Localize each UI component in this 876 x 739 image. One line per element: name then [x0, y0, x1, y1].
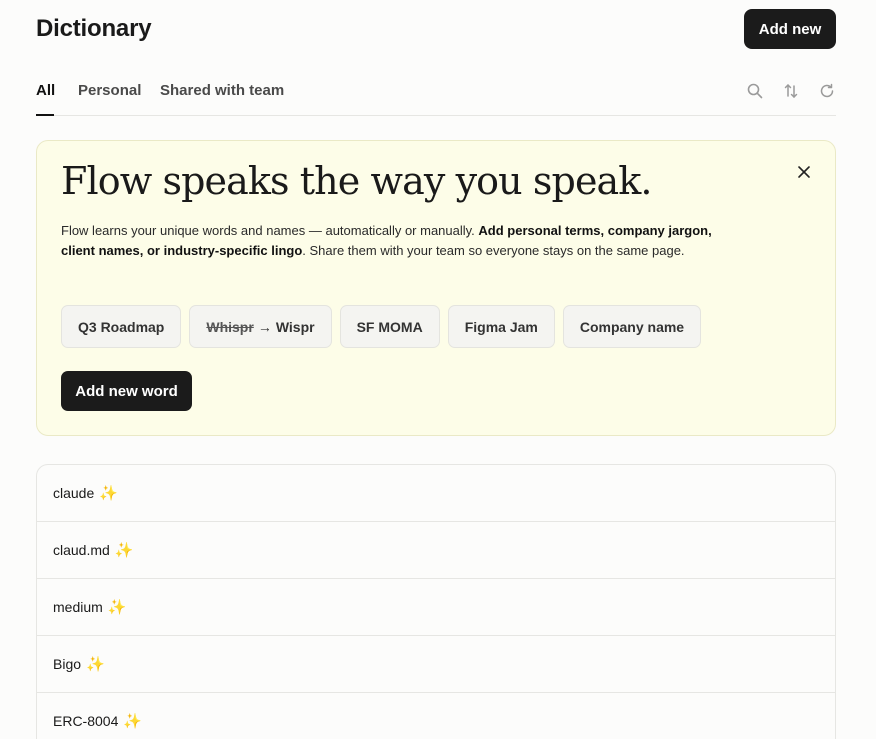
tab-all[interactable]: All — [36, 82, 55, 99]
chip-whispr-to-wispr[interactable]: Whispr → Wispr — [189, 305, 332, 348]
promo-heading: Flow speaks the way you speak. — [61, 159, 652, 203]
word-text: Bigo — [53, 656, 82, 672]
word-text: claud.md — [53, 542, 110, 558]
chip-replacement-word: Wispr — [275, 318, 315, 335]
chip-sf-moma[interactable]: SF MOMA — [339, 305, 440, 348]
word-list: claude ✨ claud.md ✨ medium ✨ Bigo ✨ ERC-… — [36, 464, 836, 739]
example-chips: Q3 Roadmap Whispr → Wispr SF MOMA Figma … — [61, 305, 702, 348]
sparkle-icon: ✨ — [86, 656, 105, 673]
tab-personal[interactable]: Personal — [78, 82, 141, 99]
tab-shared-with-team[interactable]: Shared with team — [160, 82, 284, 99]
chip-company-name[interactable]: Company name — [562, 305, 702, 348]
dictionary-page: Dictionary Add new All Personal Shared w… — [0, 0, 876, 739]
list-item[interactable]: claud.md ✨ — [37, 522, 835, 579]
add-new-button[interactable]: Add new — [744, 9, 836, 49]
tab-bar: All Personal Shared with team — [36, 73, 836, 116]
word-text: claude — [53, 485, 95, 501]
list-item[interactable]: Bigo ✨ — [37, 636, 835, 693]
list-tools — [746, 82, 836, 100]
arrow-right-icon: → — [257, 318, 272, 335]
add-new-word-button[interactable]: Add new word — [61, 371, 192, 411]
sort-icon[interactable] — [782, 82, 800, 100]
promo-text-intro: Flow learns your unique words and names … — [61, 223, 479, 238]
chip-figma-jam[interactable]: Figma Jam — [447, 305, 555, 348]
sparkle-icon: ✨ — [99, 485, 118, 502]
promo-text-outro: . Share them with your team so everyone … — [302, 243, 685, 258]
page-header: Dictionary Add new — [36, 9, 836, 49]
sparkle-icon: ✨ — [107, 599, 127, 616]
chip-original-word: Whispr — [206, 318, 254, 335]
word-text: ERC-8004 — [53, 713, 119, 729]
refresh-icon[interactable] — [818, 82, 836, 100]
sparkle-icon: ✨ — [114, 542, 134, 559]
chip-q3-roadmap[interactable]: Q3 Roadmap — [61, 305, 182, 348]
word-text: medium — [53, 599, 103, 615]
list-item[interactable]: claude ✨ — [37, 465, 835, 522]
list-item[interactable]: medium ✨ — [37, 579, 835, 636]
active-tab-indicator — [36, 114, 54, 116]
promo-description: Flow learns your unique words and names … — [61, 221, 721, 261]
list-item[interactable]: ERC-8004 ✨ — [37, 693, 835, 739]
close-icon[interactable] — [797, 165, 811, 179]
promo-card: Flow speaks the way you speak. Flow lear… — [36, 140, 836, 436]
page-title: Dictionary — [36, 15, 152, 42]
search-icon[interactable] — [746, 82, 764, 100]
sparkle-icon: ✨ — [123, 713, 143, 730]
